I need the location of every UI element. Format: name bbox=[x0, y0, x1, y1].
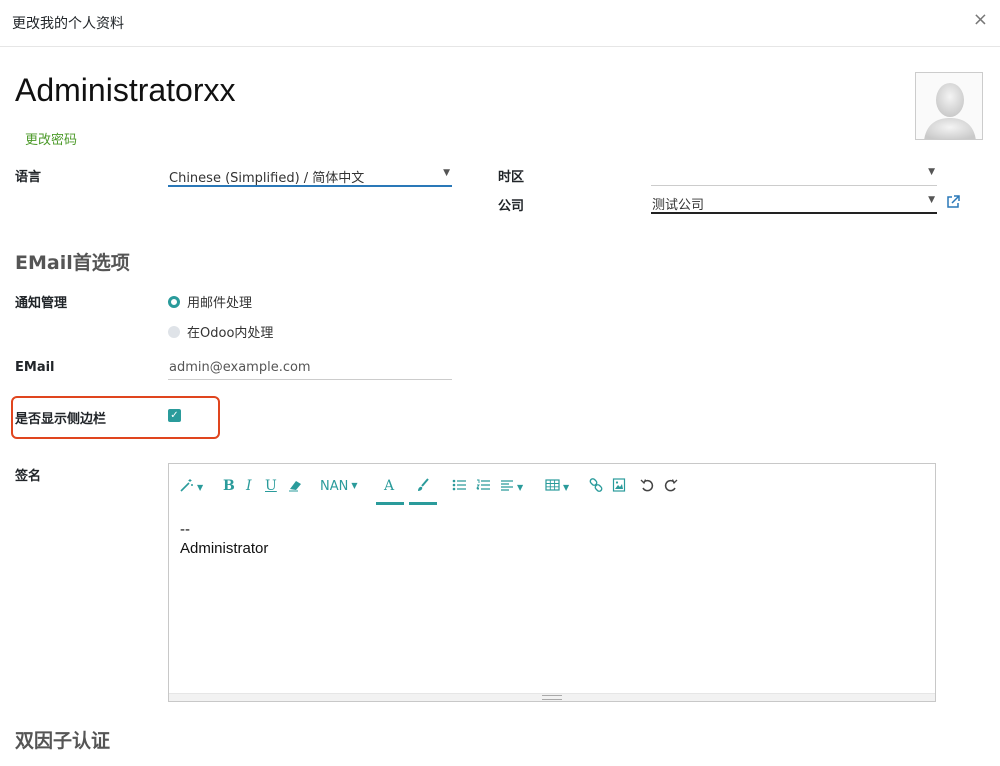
company-value: 测试公司 bbox=[652, 198, 705, 213]
underline-button[interactable]: U bbox=[265, 478, 277, 494]
magic-wand-icon[interactable]: ▼ bbox=[180, 478, 203, 496]
dialog-header: 更改我的个人资料 × bbox=[0, 0, 1000, 47]
redo-icon[interactable] bbox=[664, 478, 678, 496]
signature-label: 签名 bbox=[15, 469, 42, 484]
image-icon[interactable] bbox=[612, 478, 626, 496]
editor-resize-handle[interactable] bbox=[169, 693, 935, 701]
align-dropdown[interactable]: ▼ bbox=[500, 478, 523, 496]
chevron-down-icon: ▼ bbox=[928, 195, 935, 205]
notification-label: 通知管理 bbox=[15, 296, 68, 311]
signature-content[interactable]: -- Administrator bbox=[180, 520, 268, 558]
user-name: Administratorxx bbox=[15, 72, 236, 108]
font-color-button[interactable]: A bbox=[384, 478, 394, 494]
ordered-list-icon[interactable] bbox=[476, 478, 491, 496]
timezone-label: 时区 bbox=[498, 170, 525, 185]
timezone-select[interactable]: ▼ bbox=[651, 164, 937, 186]
user-avatar-icon bbox=[916, 73, 982, 139]
signature-editor[interactable]: ▼ B I U NAN ▼ A ▼ ▼ -- Administrator bbox=[168, 463, 936, 702]
email-label: EMail bbox=[15, 360, 55, 375]
show-sidebar-checkbox[interactable]: ✓ bbox=[168, 409, 181, 422]
italic-button[interactable]: I bbox=[246, 478, 252, 494]
chevron-down-icon: ▼ bbox=[928, 167, 935, 177]
chevron-down-icon: ▼ bbox=[443, 168, 450, 178]
radio-unselected-icon bbox=[168, 325, 180, 338]
brush-icon[interactable] bbox=[416, 478, 430, 496]
external-link-icon[interactable] bbox=[946, 195, 960, 209]
change-password-link[interactable]: 更改密码 bbox=[25, 129, 77, 148]
email-section-title: EMail首选项 bbox=[15, 252, 130, 274]
language-select[interactable]: Chinese (Simplified) / 简体中文 ▼ bbox=[168, 165, 452, 187]
radio-selected-icon bbox=[168, 295, 180, 308]
eraser-icon[interactable] bbox=[288, 478, 303, 496]
link-icon[interactable] bbox=[589, 478, 603, 496]
font-color-indicator bbox=[376, 502, 404, 505]
editor-toolbar: ▼ B I U NAN ▼ A ▼ ▼ bbox=[169, 464, 935, 508]
company-label: 公司 bbox=[498, 199, 525, 214]
table-icon[interactable]: ▼ bbox=[545, 478, 569, 496]
show-sidebar-label: 是否显示侧边栏 bbox=[15, 412, 107, 427]
bold-button[interactable]: B bbox=[223, 478, 235, 494]
undo-icon[interactable] bbox=[640, 478, 654, 496]
language-value: Chinese (Simplified) / 简体中文 bbox=[169, 171, 365, 186]
email-field[interactable]: admin@example.com bbox=[168, 358, 452, 380]
unordered-list-icon[interactable] bbox=[452, 478, 467, 496]
company-select[interactable]: 测试公司 ▼ bbox=[651, 192, 937, 214]
grip-icon bbox=[542, 695, 562, 700]
radio-label-odoo: 在Odoo内处理 bbox=[187, 326, 274, 341]
email-value: admin@example.com bbox=[169, 360, 311, 375]
highlight-color-indicator bbox=[409, 502, 437, 505]
font-size-dropdown[interactable]: NAN ▼ bbox=[320, 478, 358, 495]
radio-option-email[interactable]: 用邮件处理 bbox=[168, 292, 252, 311]
avatar[interactable] bbox=[915, 72, 983, 140]
dialog-title: 更改我的个人资料 bbox=[12, 16, 124, 32]
signature-line: -- bbox=[180, 521, 190, 538]
radio-label-email: 用邮件处理 bbox=[187, 296, 253, 311]
font-size-value: NAN bbox=[320, 479, 349, 494]
radio-option-odoo[interactable]: 在Odoo内处理 bbox=[168, 322, 273, 341]
two-factor-section-title: 双因子认证 bbox=[15, 730, 111, 752]
close-icon[interactable]: × bbox=[973, 11, 988, 29]
language-label: 语言 bbox=[15, 170, 42, 185]
signature-line: Administrator bbox=[180, 540, 269, 557]
